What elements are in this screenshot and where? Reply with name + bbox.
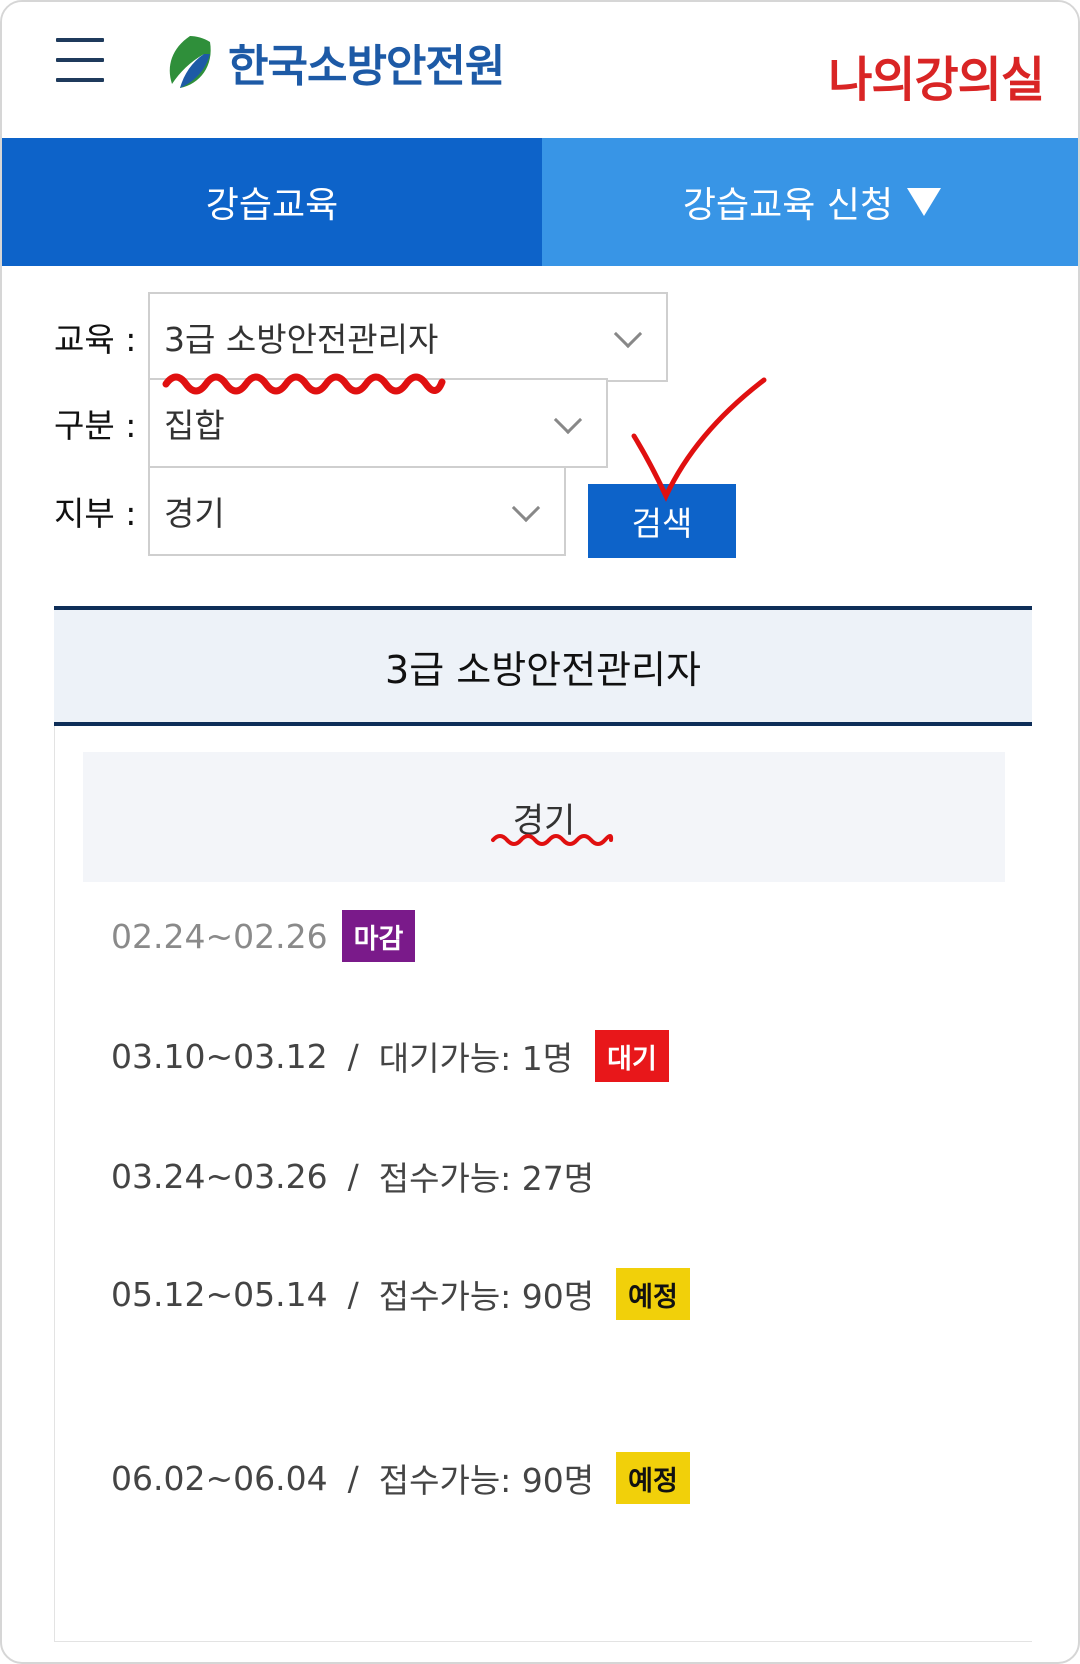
schedule-date: 05.12~05.14 [111,1274,328,1314]
chevron-down-icon [613,319,643,349]
result-list: 경기 02.24~02.26 마감 03.10~03.12 / 대기가능: 1명… [54,726,1032,1642]
schedule-date: 02.24~02.26 [111,916,328,956]
tab-label: 강습교육 신청 [682,185,894,226]
result-title: 3급 소방안전관리자 [54,606,1032,726]
status-badge-wait: 대기 [595,1030,669,1082]
separator: / [347,1458,359,1498]
type-select-value: 집합 [164,406,225,445]
type-select[interactable]: 집합 [148,378,608,468]
tab-bar: 강습교육 강습교육 신청 [2,138,1078,266]
education-filter-row: 교육 : 3급 소방안전관리자 [54,292,668,382]
my-classroom-link[interactable]: 나의강의실 [828,40,1045,110]
branch-label: 지부 : [54,494,137,533]
schedule-availability: 접수가능: 90명 [378,1461,595,1500]
status-badge-planned: 예정 [616,1268,690,1320]
status-badge-planned: 예정 [616,1452,690,1504]
triangle-down-icon [907,188,942,216]
education-label: 교육 : [54,320,137,359]
schedule-item[interactable]: 02.24~02.26 마감 [111,906,416,966]
branch-filter-row: 지부 : 경기 [54,466,566,556]
type-filter-row: 구분 : 집합 [54,378,608,468]
schedule-item[interactable]: 03.10~03.12 / 대기가능: 1명 대기 [111,1026,669,1086]
search-button[interactable]: 검색 [588,484,736,558]
leaf-logo-icon [169,36,211,88]
schedule-date: 03.24~03.26 [111,1156,328,1196]
schedule-item[interactable]: 06.02~06.04 / 접수가능: 90명 예정 [111,1448,690,1508]
schedule-item[interactable]: 05.12~05.14 / 접수가능: 90명 예정 [111,1264,690,1324]
chevron-down-icon [511,493,541,523]
type-label: 구분 : [54,406,137,445]
logo-text: 한국소방안전원 [228,41,505,92]
schedule-availability: 접수가능: 90명 [378,1277,595,1316]
chevron-down-icon [553,405,583,435]
separator: / [347,1156,359,1196]
tab-course-application[interactable]: 강습교육 신청 [542,138,1078,266]
tab-label: 강습교육 [205,185,339,226]
logo[interactable]: 한국소방안전원 [160,32,505,92]
branch-select-value: 경기 [164,494,225,533]
schedule-date: 06.02~06.04 [111,1458,328,1498]
education-select-value: 3급 소방안전관리자 [164,320,439,359]
region-header: 경기 [83,752,1005,882]
separator: / [347,1036,359,1076]
education-select[interactable]: 3급 소방안전관리자 [148,292,668,382]
tab-course-education[interactable]: 강습교육 [2,138,542,266]
menu-icon[interactable] [56,36,106,84]
schedule-date: 03.10~03.12 [111,1036,328,1076]
schedule-item[interactable]: 03.24~03.26 / 접수가능: 27명 [111,1146,594,1206]
branch-select[interactable]: 경기 [148,466,566,556]
schedule-availability: 접수가능: 27명 [378,1159,595,1198]
status-badge-closed: 마감 [341,910,416,962]
header: 한국소방안전원 나의강의실 [2,2,1078,138]
schedule-availability: 대기가능: 1명 [378,1039,574,1078]
screen-frame: 한국소방안전원 나의강의실 강습교육 강습교육 신청 교육 : 3급 소방안전관… [0,0,1080,1664]
separator: / [347,1274,359,1314]
